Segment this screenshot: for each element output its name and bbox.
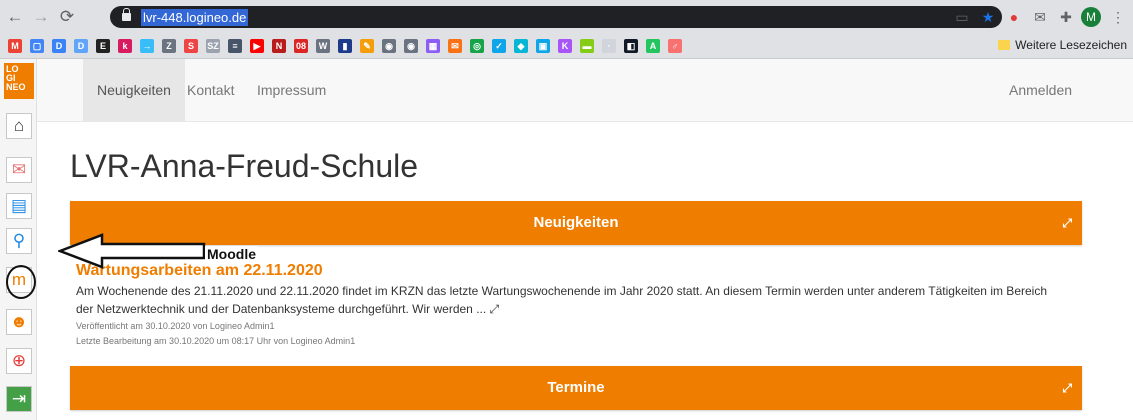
bookmark-book-icon[interactable]: ▮ [338, 39, 352, 53]
bookmark-wiki-icon[interactable]: W [316, 39, 330, 53]
bookmark-red-icon[interactable]: ♂ [668, 39, 682, 53]
search-people-icon[interactable]: ⚲ [6, 228, 32, 254]
expand-icon[interactable]: ⤢ [1062, 366, 1072, 410]
reload-icon[interactable]: ⟳ [56, 6, 78, 28]
events-panel-title: Termine [547, 379, 605, 396]
bookmark-e-icon[interactable]: E [96, 39, 110, 53]
bookmark-ring-icon[interactable]: ◎ [470, 39, 484, 53]
folder-icon[interactable]: ▤ [6, 193, 32, 219]
bookmark-netflix-icon[interactable]: N [272, 39, 286, 53]
news-panel-header[interactable]: Neuigkeiten ⤢ [70, 201, 1082, 245]
logo-text: LO GI NEO [6, 64, 26, 92]
bookmark-youtube-icon[interactable]: ▶ [250, 39, 264, 53]
forward-arrow-icon[interactable]: → [30, 6, 52, 28]
home-icon[interactable]: ⌂ [6, 113, 32, 139]
moodle-annotation-label: Moodle [205, 246, 258, 262]
site-nav: Neuigkeiten Kontakt Impressum Anmelden [37, 59, 1133, 122]
article-body: Am Wochenende des 21.11.2020 und 22.11.2… [76, 282, 1056, 318]
bookmark-z-icon[interactable]: Z [162, 39, 176, 53]
bookmark-k-icon[interactable]: K [558, 39, 572, 53]
news-panel-title: Neuigkeiten [533, 214, 619, 231]
bookmark-arrow-icon[interactable]: → [140, 39, 154, 53]
bookmark-gmail-icon[interactable]: M [8, 39, 22, 53]
users-icon[interactable]: ☻ [6, 309, 32, 335]
bookmark-star-icon[interactable]: ★ [977, 6, 999, 28]
extensions-puzzle-icon[interactable]: ✚ [1055, 6, 1077, 28]
bookmark-cp-icon[interactable]: ◧ [624, 39, 638, 53]
bookmark-paint-icon[interactable]: ✎ [360, 39, 374, 53]
folder-icon [998, 40, 1011, 50]
bookmark-globe1-icon[interactable]: ◉ [382, 39, 396, 53]
bookmark-grid-icon[interactable]: ▦ [426, 39, 440, 53]
page-title: LVR-Anna-Freud-Schule [70, 148, 419, 184]
events-panel-header[interactable]: Termine ⤢ [70, 366, 1082, 410]
other-bookmarks-label: Weitere Lesezeichen [1015, 38, 1127, 52]
bookmark-kt-icon[interactable]: k [118, 39, 132, 53]
article-text: Am Wochenende des 21.11.2020 und 22.11.2… [76, 284, 1047, 316]
article-published: Veröffentlicht am 30.10.2020 von Logineo… [76, 321, 275, 331]
article-last-edit: Letzte Bearbeitung am 30.10.2020 um 08:1… [76, 336, 356, 346]
bookmark-news-icon[interactable]: ≡ [228, 39, 242, 53]
expand-icon[interactable]: ⤢ [1062, 201, 1072, 245]
lock-icon [122, 8, 131, 21]
moodle-highlight-circle [6, 265, 36, 299]
bookmark-dkb-icon[interactable]: D [52, 39, 66, 53]
logineo-sidebar: LO GI NEO ⌂ ✉ ▤ ⚲ m ☻ ⊕ ⇥ [0, 59, 37, 420]
extension-mail-icon[interactable]: ✉ [1029, 6, 1051, 28]
bookmark-pill-icon[interactable]: ▬ [580, 39, 594, 53]
bookmark-sq-icon[interactable]: ▣ [536, 39, 550, 53]
menu-kebab-icon[interactable]: ⋮ [1107, 6, 1129, 28]
nav-impressum[interactable]: Impressum [257, 59, 326, 121]
other-bookmarks-folder[interactable]: Weitere Lesezeichen [998, 38, 1127, 52]
cast-icon[interactable]: ▭ [951, 6, 973, 28]
nav-kontakt[interactable]: Kontakt [187, 59, 234, 121]
bookmark-dkb2-icon[interactable]: D [74, 39, 88, 53]
annotation-arrow [58, 233, 206, 269]
bookmark-mail-icon[interactable]: ✉ [448, 39, 462, 53]
bookmark-globe2-icon[interactable]: ◉ [404, 39, 418, 53]
nav-neuigkeiten[interactable]: Neuigkeiten [83, 59, 185, 121]
bookmark-s-icon[interactable]: S [184, 39, 198, 53]
bookmark-ab-icon[interactable]: A [646, 39, 660, 53]
logineo-logo[interactable]: LO GI NEO [4, 63, 34, 99]
bookmark-drop-icon[interactable]: ◆ [514, 39, 528, 53]
back-arrow-icon[interactable]: ← [4, 6, 26, 28]
help-lifebuoy-icon[interactable]: ⊕ [6, 348, 32, 374]
exit-icon[interactable]: ⇥ [6, 386, 32, 412]
bookmark-check-icon[interactable]: ✓ [492, 39, 506, 53]
profile-avatar[interactable]: M [1081, 7, 1101, 27]
bookmark-calendar-icon[interactable]: ▢ [30, 39, 44, 53]
extension-red-icon[interactable]: ● [1003, 6, 1025, 28]
expand-article-icon[interactable]: ⤢ [490, 302, 500, 316]
address-bar[interactable]: lvr-448.logineo.de [110, 6, 1002, 28]
browser-actions: ▭ ★ ● ✉ ✚ M ⋮ [951, 6, 1133, 28]
bookmark-faded-icon[interactable]: · [602, 39, 616, 53]
login-link[interactable]: Anmelden [1009, 59, 1072, 121]
mail-icon[interactable]: ✉ [6, 157, 32, 183]
url-text[interactable]: lvr-448.logineo.de [141, 8, 249, 26]
bookmark-sz-icon[interactable]: SZ [206, 39, 220, 53]
bookmark-cal08-icon[interactable]: 08 [294, 39, 308, 53]
bookmarks-bar: M ▢ D D Ek → Z S SZ ≡ ▶ N 08 W ▮ ✎ ◉ ◉ ▦ ✉ ◎ ✓ ◆ ▣ K ▬ · ◧ A ♂ Weiter… [0, 34, 1133, 59]
browser-toolbar: ← → ⟳ lvr-448.logineo.de ▭ ★ ● ✉ ✚ M ⋮ [0, 0, 1133, 34]
